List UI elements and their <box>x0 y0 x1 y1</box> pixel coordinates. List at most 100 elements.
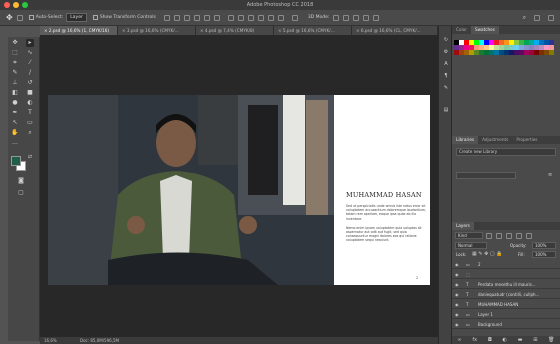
swatch[interactable] <box>454 50 459 55</box>
swatch[interactable] <box>459 50 464 55</box>
auto-align-icon[interactable] <box>291 14 298 21</box>
swatch[interactable] <box>464 50 469 55</box>
quick-mask-icon[interactable]: ◙ <box>17 177 25 185</box>
gradient-tool-icon[interactable]: ■ <box>26 89 34 97</box>
properties-panel-icon[interactable]: ⚙ <box>442 48 450 56</box>
eyedropper-tool-icon[interactable]: ⁄ <box>26 59 34 67</box>
crop-tool-icon[interactable]: ⌗ <box>11 59 19 67</box>
swatch[interactable] <box>459 45 464 50</box>
align-top-icon[interactable] <box>163 14 170 21</box>
portrait-photo[interactable] <box>48 95 334 285</box>
layer-row[interactable]: ◉ T MUHAMMAD HASAN <box>452 300 560 309</box>
layer-style-icon[interactable]: fx <box>472 337 477 343</box>
pen-tool-icon[interactable]: ✒ <box>11 109 19 117</box>
artboard-tool-icon[interactable]: ▸ <box>26 39 34 47</box>
new-layer-icon[interactable]: ⊞ <box>533 337 537 343</box>
swatch[interactable] <box>499 45 504 50</box>
swatch[interactable] <box>544 45 549 50</box>
swatch[interactable] <box>494 50 499 55</box>
swatch[interactable] <box>479 45 484 50</box>
swatch[interactable] <box>499 40 504 45</box>
lasso-tool-icon[interactable]: ∿ <box>26 49 34 57</box>
distribute-left-icon[interactable] <box>257 14 264 21</box>
tool-preset-icon[interactable] <box>16 14 23 21</box>
text-block[interactable]: MUHAMMAD HASAN Sed ut perspiciatis unde … <box>346 191 428 243</box>
3d-rotate-icon[interactable] <box>333 14 340 21</box>
swatch[interactable] <box>529 50 534 55</box>
swatch[interactable] <box>489 40 494 45</box>
foreground-color-swatch[interactable] <box>11 156 21 166</box>
swatch[interactable] <box>524 45 529 50</box>
healing-brush-icon[interactable]: ✎ <box>11 69 19 77</box>
screen-mode-icon[interactable]: ▢ <box>17 189 25 197</box>
swatch[interactable] <box>489 45 494 50</box>
align-center-icon[interactable] <box>203 14 210 21</box>
swatch[interactable] <box>509 40 514 45</box>
swatch[interactable] <box>524 40 529 45</box>
swatch[interactable] <box>549 45 554 50</box>
swatch[interactable] <box>499 50 504 55</box>
layer-row[interactable]: ◉ ▭ Layer 1 <box>452 310 560 319</box>
filter-smart-icon[interactable] <box>526 233 532 239</box>
swatch[interactable] <box>519 45 524 50</box>
tab-doc-2[interactable]: × 3.psd @ 16,6% (CMYK/... <box>118 26 196 35</box>
paragraph-panel-icon[interactable]: ¶ <box>442 72 450 80</box>
swatch[interactable] <box>544 50 549 55</box>
swatch[interactable] <box>469 45 474 50</box>
swatch[interactable] <box>479 40 484 45</box>
zoom-tool-icon[interactable]: ⌕ <box>26 129 34 137</box>
auto-select-checkbox[interactable] <box>28 15 34 20</box>
visibility-eye-icon[interactable]: ◉ <box>455 292 460 297</box>
workspace-icon[interactable] <box>534 14 540 21</box>
3d-pan-icon[interactable] <box>353 14 360 21</box>
visibility-eye-icon[interactable]: ◉ <box>455 322 460 327</box>
history-panel-icon[interactable]: ↻ <box>442 36 450 44</box>
visibility-eye-icon[interactable]: ◉ <box>455 312 460 317</box>
3d-roll-icon[interactable] <box>343 14 350 21</box>
tab-doc-5[interactable]: × 6.psd @ 16,6% (CL, CMYK/... <box>352 26 438 35</box>
swatch[interactable] <box>469 40 474 45</box>
swatch[interactable] <box>504 45 509 50</box>
layer-mask-icon[interactable]: ◘ <box>488 337 492 343</box>
distribute-right-icon[interactable] <box>277 14 284 21</box>
swatch[interactable] <box>474 50 479 55</box>
tab-doc-3[interactable]: × 4.psd @ 7,4% (CMYK/8) <box>196 26 274 35</box>
swatch[interactable] <box>454 40 459 45</box>
brush-tool-icon[interactable]: / <box>26 69 34 77</box>
swatch[interactable] <box>494 40 499 45</box>
swatch[interactable] <box>544 40 549 45</box>
character-panel-icon[interactable]: A <box>442 60 450 68</box>
trash-icon[interactable]: 🗑 <box>548 337 554 343</box>
3d-scale-icon[interactable] <box>373 14 380 21</box>
glyphs-panel-icon[interactable]: ✎ <box>442 84 450 92</box>
swatch[interactable] <box>504 50 509 55</box>
align-right-icon[interactable] <box>213 14 220 21</box>
swatch[interactable] <box>514 45 519 50</box>
distribute-top-icon[interactable] <box>227 14 234 21</box>
history-brush-icon[interactable]: ↺ <box>26 79 34 87</box>
auto-select-dropdown[interactable]: Layer <box>66 13 87 22</box>
distribute-center-icon[interactable] <box>267 14 274 21</box>
swatch[interactable] <box>534 40 539 45</box>
swatch[interactable] <box>534 50 539 55</box>
type-tool-icon[interactable]: T <box>26 109 34 117</box>
layer-row[interactable]: ◉ ⬚ <box>452 270 560 279</box>
swatch[interactable] <box>529 40 534 45</box>
share-icon[interactable] <box>548 14 554 21</box>
swatch[interactable] <box>459 40 464 45</box>
blur-tool-icon[interactable]: ● <box>11 99 19 107</box>
tab-libraries[interactable]: Libraries <box>452 136 479 144</box>
move-tool-icon[interactable]: ✥ <box>11 39 19 47</box>
distribute-middle-icon[interactable] <box>237 14 244 21</box>
visibility-eye-icon[interactable]: ◉ <box>455 262 460 267</box>
swatch[interactable] <box>539 45 544 50</box>
more-tools-icon[interactable]: … <box>11 139 19 147</box>
tab-doc-1[interactable]: × 2.psd @ 16,6% (1, CMYK/16) <box>40 26 118 35</box>
swatch[interactable] <box>464 40 469 45</box>
marquee-tool-icon[interactable]: ⬚ <box>11 49 19 57</box>
swatch[interactable] <box>494 45 499 50</box>
show-transform-checkbox[interactable] <box>92 15 98 20</box>
layer-row[interactable]: ◉ Tdaniequatudr (contilli, cullph... <box>452 290 560 299</box>
adjustment-layer-icon[interactable]: ◐ <box>503 337 507 343</box>
swatch[interactable] <box>524 50 529 55</box>
